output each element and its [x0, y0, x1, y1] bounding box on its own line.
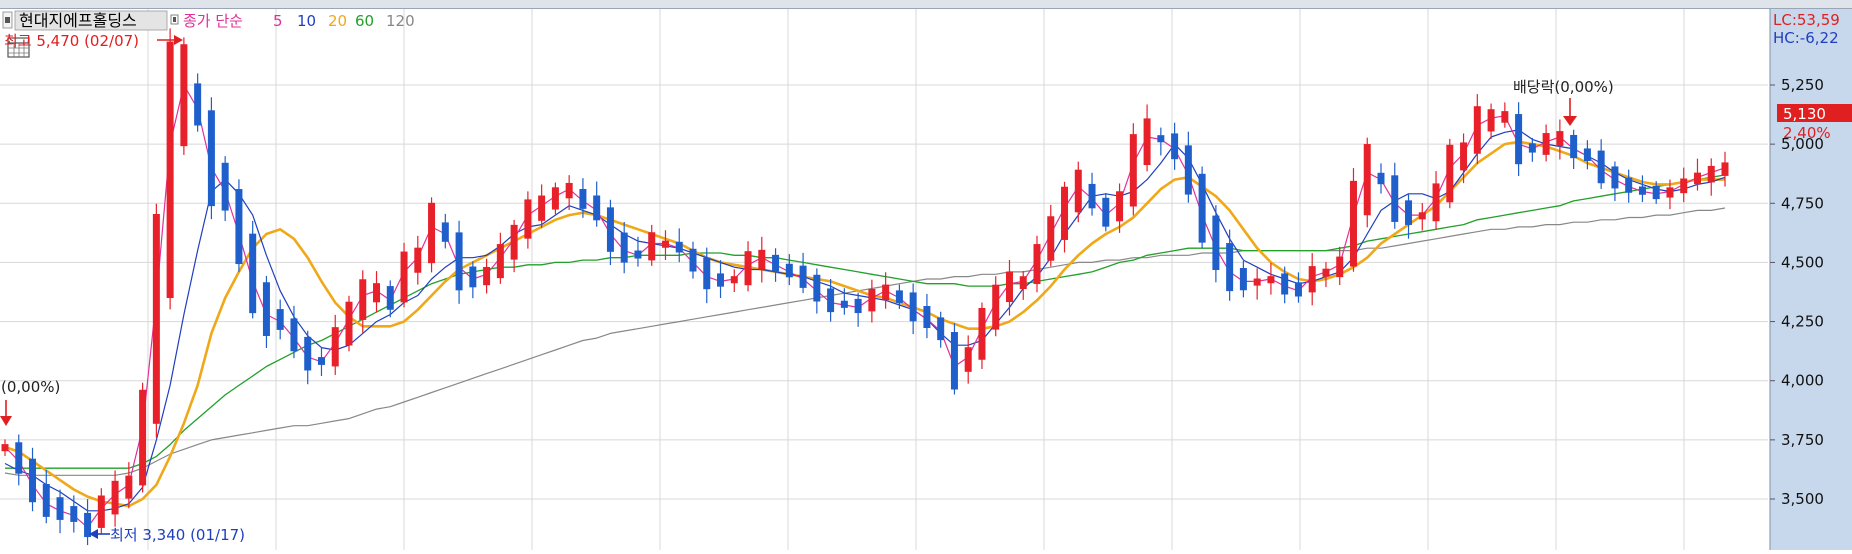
change-pct-label: 2,40% [1783, 124, 1831, 142]
candle [1349, 168, 1357, 272]
ma-legend-10: 10 [297, 12, 316, 30]
ma-legend-20: 20 [328, 12, 347, 30]
lc-indicator: LC:53,59 [1773, 11, 1840, 29]
candle [1033, 235, 1041, 293]
y-tick-label: 4,250 [1781, 313, 1824, 331]
candle [139, 382, 147, 493]
candle [1198, 166, 1206, 249]
candle [992, 276, 1000, 337]
stock-name: 현대지에프홀딩스 [19, 11, 137, 30]
left-pct-label: (0,00%) [1, 378, 60, 396]
indicator-label: 종가 단순 [183, 12, 243, 30]
candle [551, 182, 559, 215]
y-tick-label: 3,500 [1781, 490, 1824, 508]
chart-svg[interactable]: 5,2505,0004,7504,5004,2504,0003,7503,500… [0, 0, 1852, 550]
plot-background [0, 0, 1770, 550]
candle [166, 28, 174, 310]
candle [1446, 138, 1454, 209]
candle [978, 302, 986, 369]
y-tick-label: 4,000 [1781, 372, 1824, 390]
top-strip [0, 0, 1852, 8]
ma-legend-5: 5 [273, 12, 283, 30]
candle [1129, 123, 1137, 216]
stock-chart[interactable]: 5,250 5,000 4,750 4,500 4,250 4,000 3,750 3,500… [0, 0, 1852, 550]
marker-dot [5, 17, 10, 23]
candle [428, 197, 436, 273]
candle [1102, 193, 1110, 232]
y-tick-label: 4,500 [1781, 253, 1824, 271]
candle [400, 242, 408, 308]
candle [950, 323, 958, 395]
y-tick-label: 4,750 [1781, 194, 1824, 212]
current-price-label: 5,130 [1783, 105, 1826, 123]
marker-dot-2 [173, 17, 176, 22]
ma-legend-60: 60 [355, 12, 374, 30]
candle [180, 37, 188, 155]
dividend-label: 배당락(0,00%) [1513, 78, 1614, 96]
low-price-label: 최저 3,340 (01/17) [110, 526, 245, 544]
candle [152, 203, 160, 438]
hc-indicator: HC:-6,22 [1773, 29, 1839, 47]
candle [235, 179, 243, 272]
high-price-label: 최고 5,470 (02/07) [4, 32, 139, 50]
candle [207, 97, 215, 220]
y-tick-label: 5,250 [1781, 76, 1824, 94]
candle [1363, 137, 1371, 228]
candle [249, 220, 257, 319]
y-tick-label: 3,750 [1781, 431, 1824, 449]
candle [345, 295, 353, 352]
ma-legend-120: 120 [386, 12, 415, 30]
